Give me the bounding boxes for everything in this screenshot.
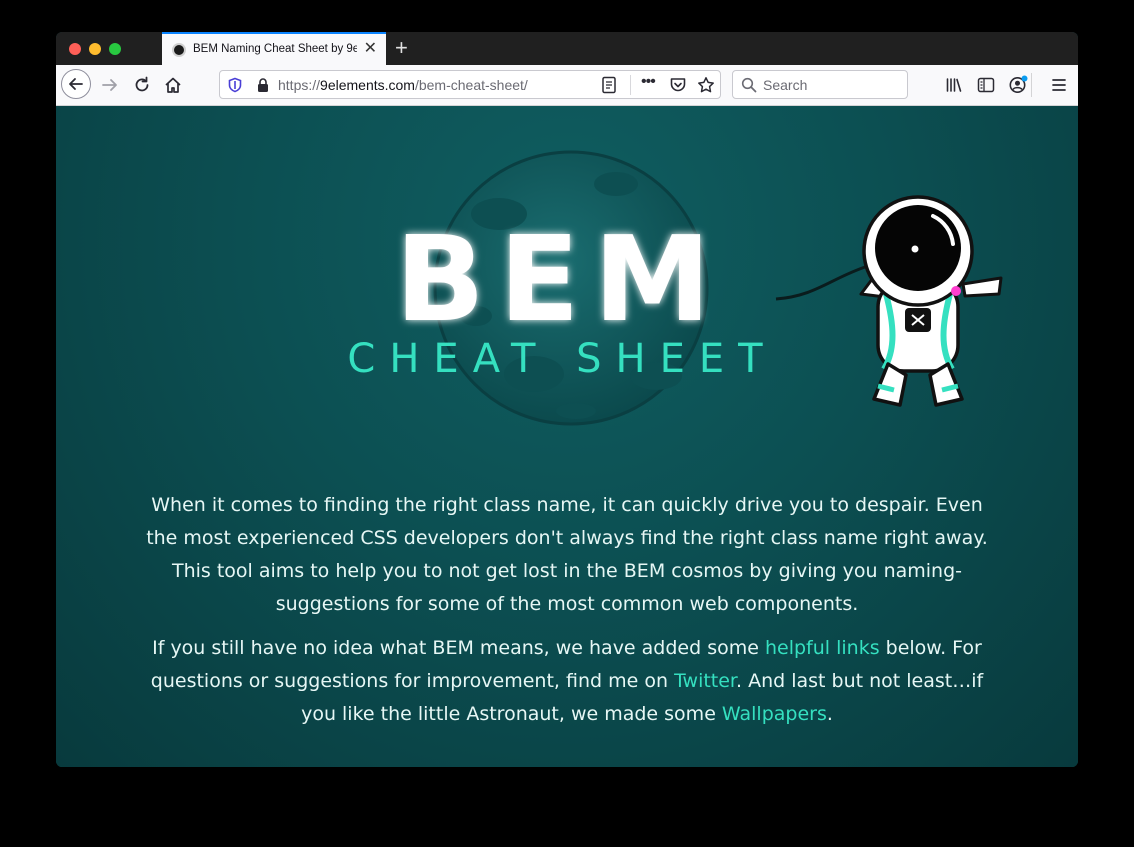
- intro-paragraph-2: If you still have no idea what BEM means…: [146, 632, 988, 731]
- helpful-links-link[interactable]: helpful links: [765, 637, 880, 659]
- account-icon[interactable]: [1007, 74, 1029, 96]
- tether-line: [775, 264, 869, 301]
- url-text[interactable]: https://9elements.com/bem-cheat-sheet/: [278, 77, 528, 93]
- minimize-window-button[interactable]: [89, 43, 101, 55]
- astronaut-illustration: [859, 195, 1003, 407]
- intro-text-part: .: [826, 703, 833, 725]
- active-tab[interactable]: BEM Naming Cheat Sheet by 9elements ✕: [162, 32, 386, 65]
- url-separator: [630, 75, 631, 95]
- favicon-icon: [172, 43, 186, 57]
- search-bar[interactable]: Search: [732, 70, 908, 99]
- new-tab-button[interactable]: +: [395, 35, 408, 61]
- back-button[interactable]: [61, 69, 91, 99]
- reader-icon[interactable]: [601, 76, 617, 94]
- back-icon: [69, 78, 83, 90]
- sidebar-icon[interactable]: [976, 75, 996, 95]
- star-icon[interactable]: [697, 76, 715, 94]
- tab-close-icon[interactable]: ✕: [364, 40, 377, 58]
- home-icon[interactable]: [163, 75, 183, 95]
- page-content: BEM CHEAT SHEET When it comes to finding…: [56, 106, 1078, 767]
- intro-paragraph-1: When it comes to finding the right class…: [146, 494, 988, 615]
- forward-icon[interactable]: [100, 75, 120, 95]
- more-icon[interactable]: •••: [641, 73, 656, 91]
- shield-icon[interactable]: [227, 77, 243, 93]
- cheat-sheet-subtitle: CHEAT SHEET: [347, 336, 776, 382]
- tab-title: BEM Naming Cheat Sheet by 9elements: [193, 43, 357, 55]
- intro-text: When it comes to finding the right class…: [146, 489, 988, 742]
- twitter-link[interactable]: Twitter: [674, 670, 736, 692]
- toolbar-divider: [1031, 73, 1032, 97]
- url-host: 9elements.com: [320, 77, 415, 93]
- intro-text-part: If you still have no idea what BEM means…: [152, 637, 765, 659]
- nav-toolbar: https://9elements.com/bem-cheat-sheet/ •…: [56, 65, 1078, 106]
- maximize-window-button[interactable]: [109, 43, 121, 55]
- menu-icon[interactable]: [1049, 75, 1069, 95]
- wallpapers-link[interactable]: Wallpapers: [722, 703, 827, 725]
- lock-icon[interactable]: [256, 77, 270, 93]
- hero-banner: BEM CHEAT SHEET: [347, 150, 1003, 426]
- reload-icon[interactable]: [132, 75, 152, 95]
- url-scheme: https://: [278, 77, 321, 93]
- pocket-icon[interactable]: [669, 76, 687, 94]
- url-path: /bem-cheat-sheet/: [414, 77, 528, 93]
- search-input[interactable]: Search: [763, 77, 807, 93]
- browser-window: BEM Naming Cheat Sheet by 9elements ✕ +: [56, 32, 1078, 767]
- search-icon: [741, 77, 757, 93]
- tab-bar: BEM Naming Cheat Sheet by 9elements ✕ +: [56, 32, 1078, 65]
- close-window-button[interactable]: [69, 43, 81, 55]
- bem-logo: BEM: [395, 210, 725, 348]
- library-icon[interactable]: [944, 75, 964, 95]
- url-bar[interactable]: https://9elements.com/bem-cheat-sheet/ •…: [219, 70, 721, 99]
